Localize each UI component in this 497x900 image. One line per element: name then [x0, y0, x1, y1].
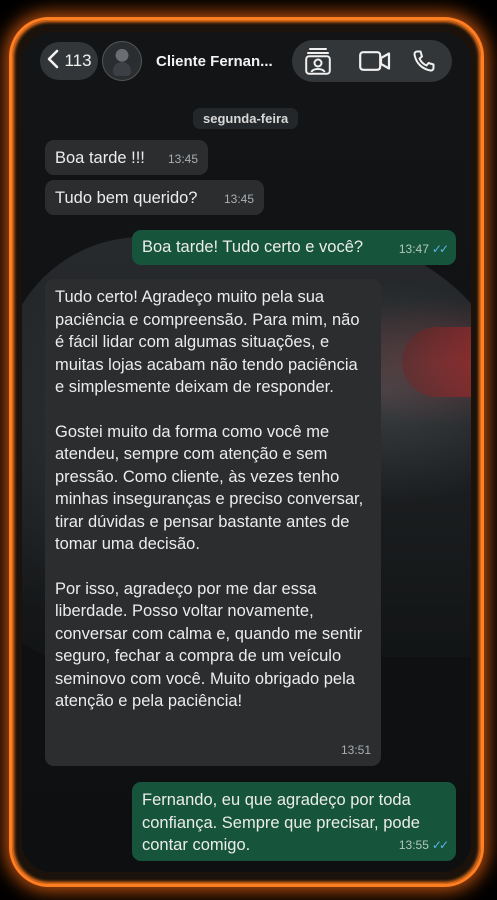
avatar[interactable]	[102, 41, 142, 81]
message-incoming[interactable]: Tudo certo! Agradeço muito pela sua paci…	[45, 279, 381, 766]
message-time: 13:47	[398, 241, 429, 256]
phone-call-icon[interactable]	[409, 46, 439, 76]
double-check-icon: ✓✓	[431, 241, 449, 256]
message-outgoing[interactable]: Boa tarde! Tudo certo e você? 13:47 ✓✓	[132, 230, 456, 265]
message-incoming[interactable]: Boa tarde !!! 13:45	[45, 140, 208, 175]
message-time: 13:45	[167, 151, 198, 166]
message-time: 13:45	[223, 191, 254, 206]
date-separator: segunda-feira	[193, 108, 299, 129]
message-text: Boa tarde! Tudo certo e você?	[142, 238, 364, 256]
message-status: 13:55 ✓✓	[398, 834, 449, 857]
chat-header: 113 Cliente Fernan...	[28, 38, 458, 84]
message-paragraph: Gostei muito da forma como você me atend…	[55, 422, 364, 554]
video-call-icon[interactable]	[358, 46, 392, 76]
wallpaper-taillight	[402, 327, 471, 397]
double-check-icon: ✓✓	[431, 837, 449, 852]
call-actions	[292, 40, 452, 82]
message-paragraph: Tudo certo! Agradeço muito pela sua paci…	[55, 288, 360, 396]
unread-count: 113	[64, 51, 92, 70]
message-status: 13:47 ✓✓	[398, 238, 449, 261]
contact-card-icon[interactable]	[303, 46, 333, 76]
message-text: Boa tarde !!!	[55, 149, 145, 167]
contact-info[interactable]: Cliente Fernan...	[102, 40, 292, 82]
chevron-left-icon	[46, 49, 60, 73]
message-outgoing[interactable]: Fernando, eu que agradeço por toda confi…	[132, 782, 456, 861]
message-text: Tudo bem querido?	[55, 189, 198, 207]
message-paragraph: Por isso, agradeço por me dar essa liber…	[55, 579, 363, 711]
contact-name: Cliente Fernan...	[156, 52, 273, 70]
message-text: Fernando, eu que agradeço por toda confi…	[142, 791, 420, 854]
back-button[interactable]: 113	[40, 42, 98, 80]
message-incoming[interactable]: Tudo bem querido? 13:45	[45, 180, 264, 215]
message-time: 13:51	[340, 742, 371, 757]
message-time: 13:55	[398, 837, 429, 852]
